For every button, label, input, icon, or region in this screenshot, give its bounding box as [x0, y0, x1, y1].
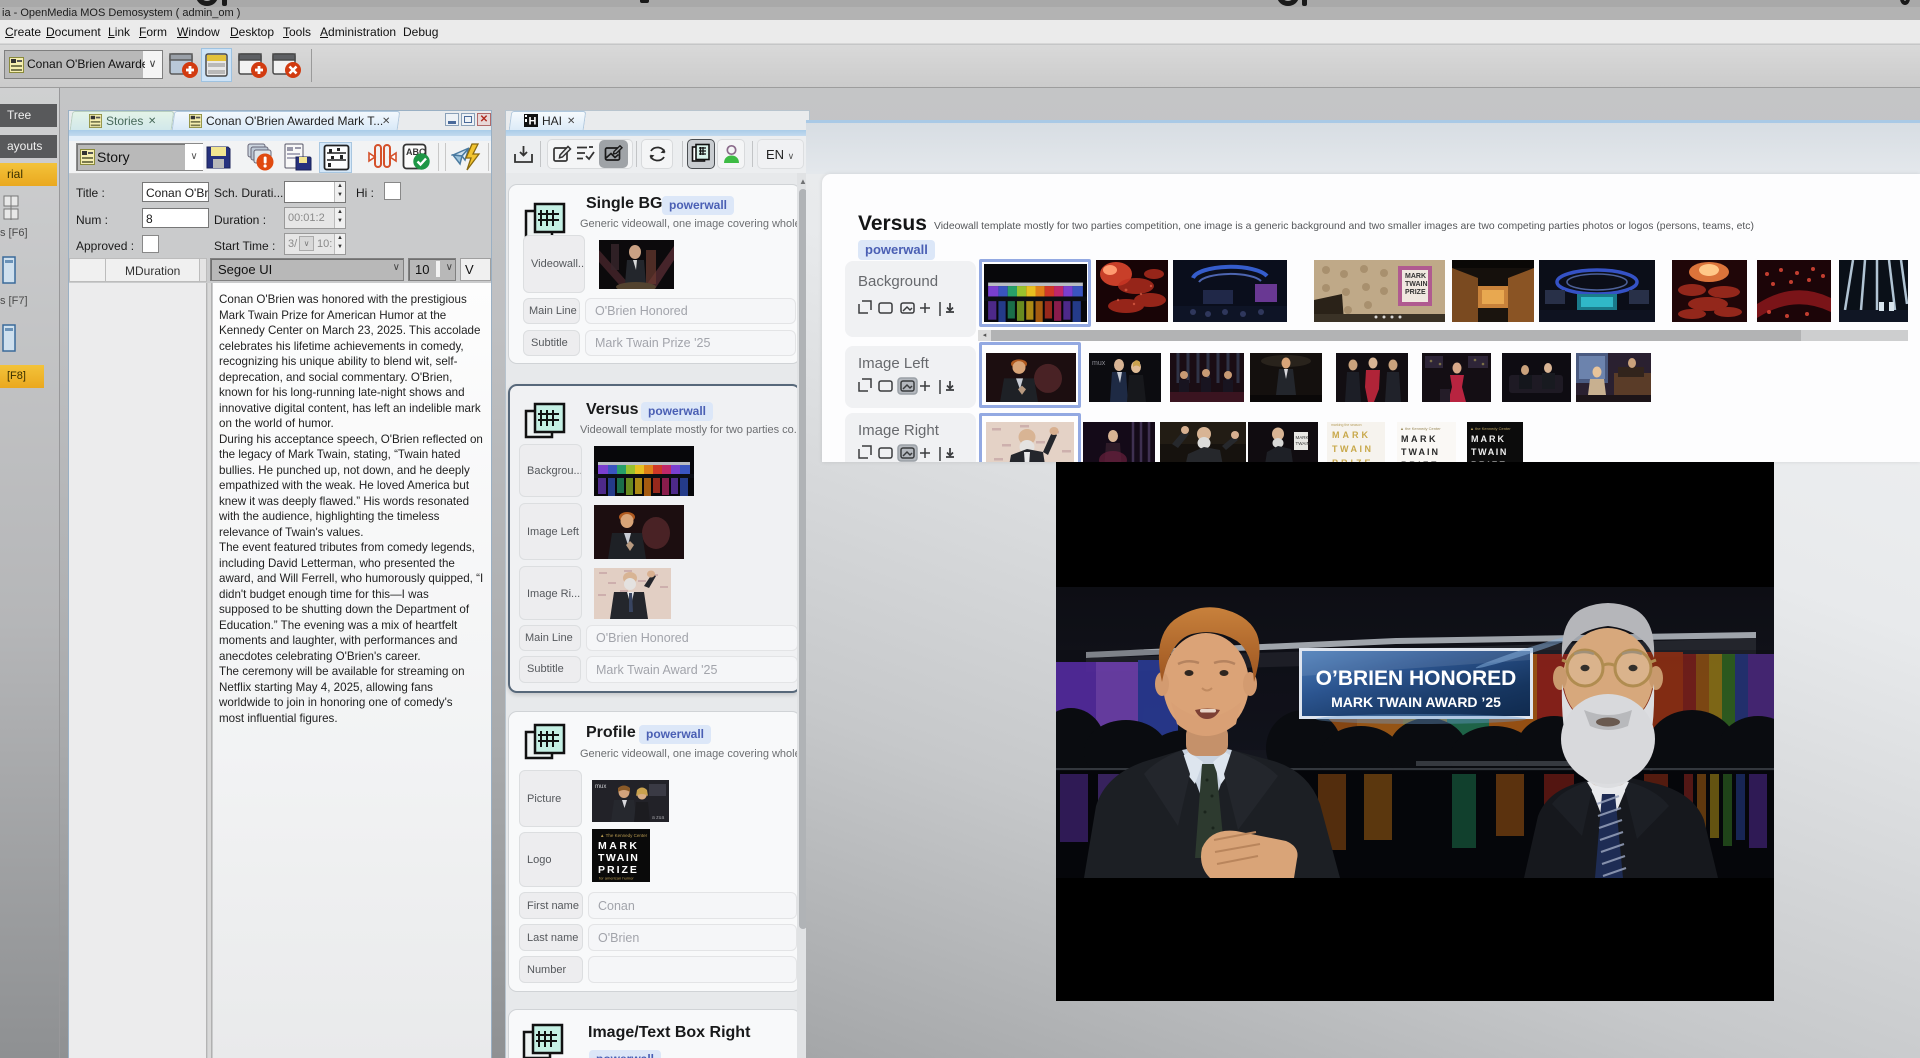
svg-text:TWAIN: TWAIN — [1332, 444, 1374, 454]
svg-text:MARK: MARK — [1296, 435, 1309, 440]
svg-text:O’BRIEN HONORED: O’BRIEN HONORED — [1316, 667, 1517, 690]
svg-text:MARK: MARK — [1405, 273, 1426, 280]
svg-text:MARK: MARK — [598, 840, 640, 852]
svg-text:▲ the Kennedy Center: ▲ the Kennedy Center — [1400, 426, 1441, 431]
svg-text:TWAIN: TWAIN — [598, 852, 639, 864]
svg-text:mux: mux — [595, 784, 606, 790]
svg-text:TWAIN: TWAIN — [1401, 447, 1440, 457]
svg-text:TWAIN: TWAIN — [1296, 441, 1310, 446]
svg-text:for american humor: for american humor — [599, 876, 634, 881]
svg-text:H: H — [529, 116, 537, 128]
svg-text:MARK TWAIN AWARD ’25: MARK TWAIN AWARD ’25 — [1331, 694, 1501, 710]
svg-text:TWAIN: TWAIN — [1405, 281, 1428, 288]
svg-text:▲ The Kennedy Center: ▲ The Kennedy Center — [600, 833, 648, 838]
svg-text:TWAIN: TWAIN — [1471, 447, 1508, 457]
svg-text:PRIZE: PRIZE — [1405, 289, 1426, 296]
svg-text:mux: mux — [1092, 360, 1106, 367]
svg-text:MARK: MARK — [1471, 434, 1506, 444]
svg-text:MARK: MARK — [1401, 434, 1438, 444]
svg-text:marking the season: marking the season — [1331, 423, 1362, 427]
svg-text:a zua: a zua — [652, 815, 664, 821]
svg-text:MARK: MARK — [1332, 430, 1371, 440]
svg-text:PRIZE: PRIZE — [598, 864, 639, 876]
svg-text:▲ the Kennedy Center: ▲ the Kennedy Center — [1470, 426, 1511, 431]
